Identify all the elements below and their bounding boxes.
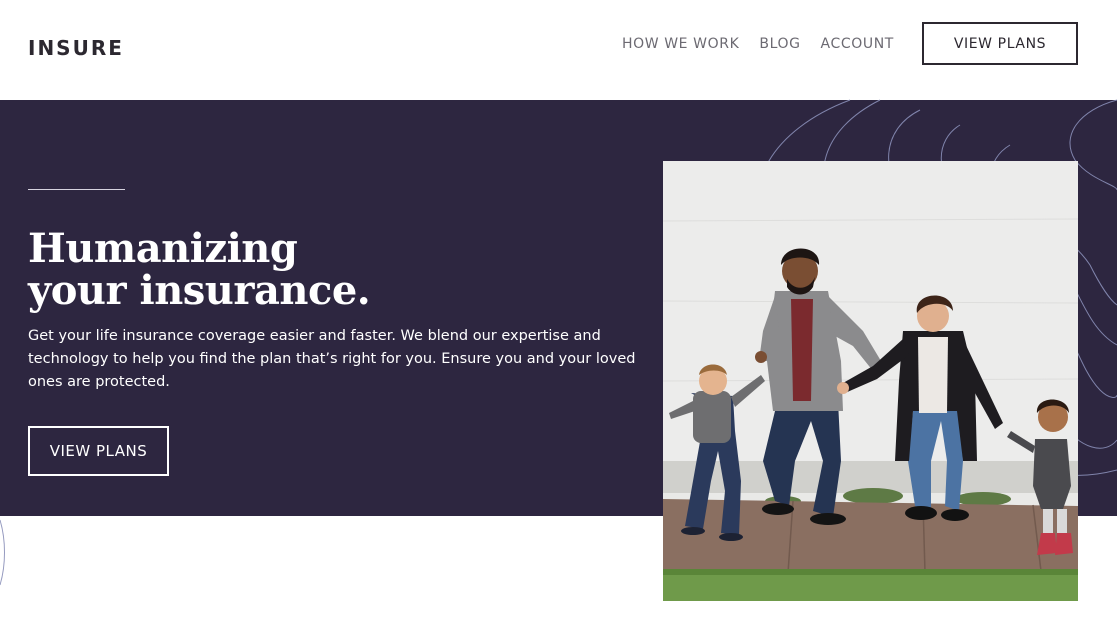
main-nav: HOW WE WORK BLOG ACCOUNT xyxy=(622,36,894,52)
nav-link-blog[interactable]: BLOG xyxy=(759,36,800,52)
hero-title-line-1: Humanizing xyxy=(28,225,298,272)
hero-divider xyxy=(28,189,125,190)
nav-link-account[interactable]: ACCOUNT xyxy=(821,36,894,52)
site-header: INSURE HOW WE WORK BLOG ACCOUNT VIEW PLA… xyxy=(0,0,1117,100)
family-photo xyxy=(663,161,1078,601)
landing-page: INSURE HOW WE WORK BLOG ACCOUNT VIEW PLA… xyxy=(0,0,1117,635)
hero-title: Humanizing your insurance. xyxy=(28,228,388,312)
hero-view-plans-button[interactable]: VIEW PLANS xyxy=(28,426,169,476)
nav-link-how-we-work[interactable]: HOW WE WORK xyxy=(622,36,739,52)
header-view-plans-button[interactable]: VIEW PLANS xyxy=(922,22,1078,65)
logo[interactable]: INSURE xyxy=(28,36,124,60)
hero-description: Get your life insurance coverage easier … xyxy=(28,328,636,390)
hero-title-line-2: your insurance. xyxy=(28,267,371,314)
family-photo-illustration xyxy=(663,161,1078,601)
